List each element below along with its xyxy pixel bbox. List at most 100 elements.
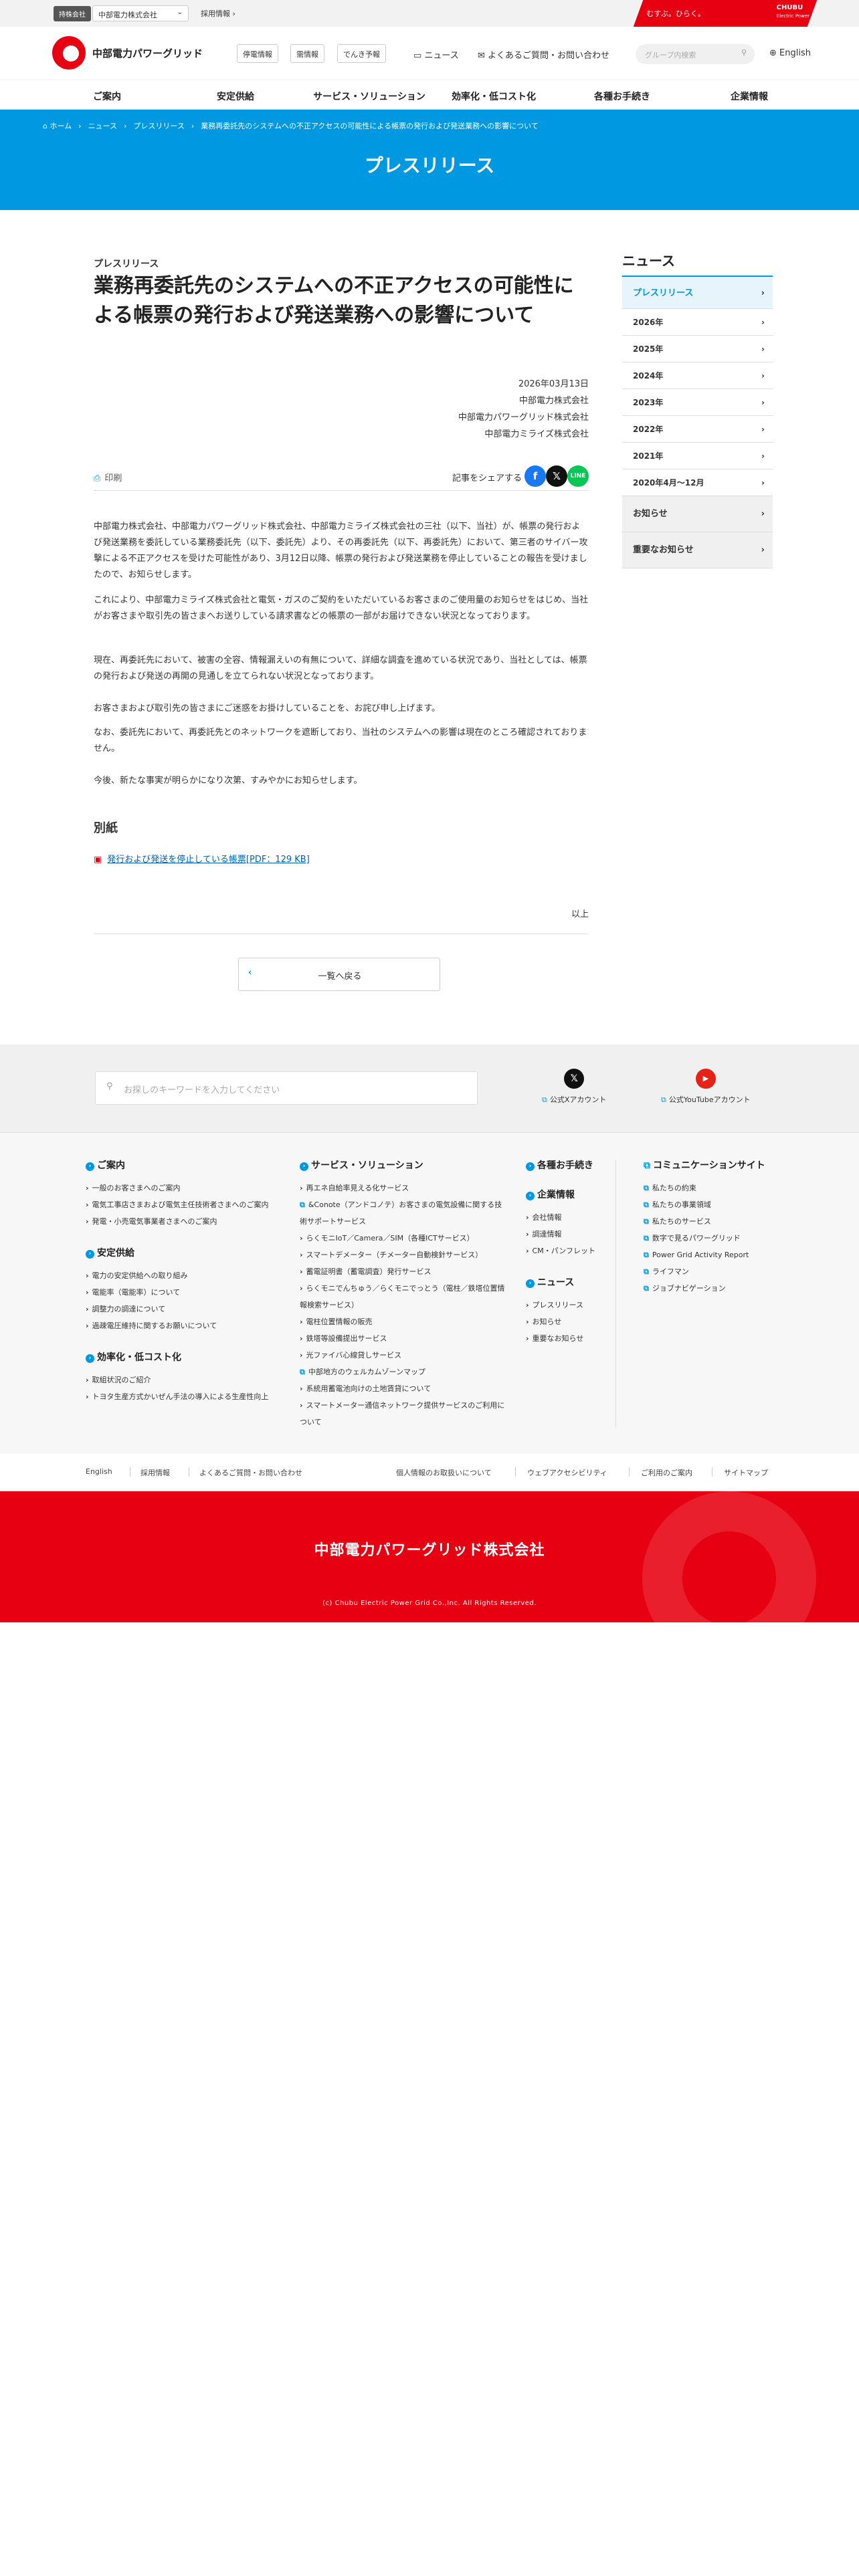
circle-arrow-icon: › <box>300 1162 308 1171</box>
footer-link[interactable]: ライフマン <box>644 1263 791 1280</box>
breadcrumb-news[interactable]: ニュース <box>88 122 117 130</box>
recruit-link[interactable]: 採用情報 › <box>201 8 235 19</box>
footer-link[interactable]: 発電・小売電気事業者さまへのご案内 <box>86 1213 286 1230</box>
footer-link[interactable]: 私たちのサービス <box>644 1213 791 1230</box>
footer-link[interactable]: 一般のお客さまへのご案内 <box>86 1180 286 1196</box>
mail-icon: ✉ <box>478 51 488 61</box>
footer-link[interactable]: 蓄電証明書（蓄電調査）発行サービス <box>300 1263 507 1280</box>
footer-link[interactable]: 電柱位置情報の販売 <box>300 1313 507 1330</box>
footer-link[interactable]: 取組状況のご紹介 <box>86 1372 286 1388</box>
footer-heading[interactable]: ご案内 <box>97 1160 125 1171</box>
company-select[interactable]: 中部電力株式会社 ⌄ <box>92 5 189 21</box>
footer-link[interactable]: ジョブナビゲーション <box>644 1280 791 1297</box>
supply-info-button[interactable]: 需情報 <box>290 44 324 63</box>
copyright: (c) Chubu Electric Power Grid Co.,Inc. A… <box>322 1600 537 1607</box>
footer-link[interactable]: スマートデメーター（チメーター自動検針サービス） <box>300 1247 507 1263</box>
footer-terms-link[interactable]: ご利用のご案内 <box>641 1467 692 1478</box>
footer-link[interactable]: Power Grid Activity Report <box>644 1247 791 1263</box>
footer-link[interactable]: 中部地方のウェルカムゾーンマップ <box>300 1364 507 1380</box>
footer-heading[interactable]: ニュース <box>537 1277 574 1288</box>
facebook-share-icon[interactable]: f <box>524 465 546 487</box>
footer-link[interactable]: 調整力の調達について <box>86 1301 286 1317</box>
youtube-account-link[interactable]: ▶ ⧉ 公式YouTubeアカウント <box>661 1069 751 1105</box>
footer-link[interactable]: 数字で見るパワーグリッド <box>644 1230 791 1247</box>
sidebar-item-2021[interactable]: 2021年 › <box>622 443 773 469</box>
footer-link[interactable]: プレスリリース <box>526 1297 613 1313</box>
group-search-input[interactable]: グループ内検索 ⚲ <box>636 44 755 64</box>
footer-heading[interactable]: 効率化・低コスト化 <box>97 1352 181 1363</box>
chubu-electric-logo[interactable]: CHUBU Electric Power <box>777 4 809 20</box>
external-link-icon: ⧉ <box>644 1160 650 1171</box>
line-share-icon[interactable]: LINE <box>567 465 589 487</box>
article-paragraph: お客さまおよび取引先の皆さまにご迷惑をお掛けしていることを、お詫び申し上げます。 <box>94 704 441 714</box>
footer-link[interactable]: &Conote（アンドコノテ）お客さまの電気設備に関する技術サポートサービス <box>300 1196 507 1230</box>
pdf-link[interactable]: ▣ 発行および発送を停止している帳票[PDF：129 KB] <box>94 852 310 865</box>
outage-info-button[interactable]: 停電情報 <box>237 44 278 63</box>
english-link[interactable]: ⊕ English <box>769 48 811 58</box>
footer-heading[interactable]: サービス・ソリューション <box>311 1160 423 1171</box>
footer-brand: 中部電力パワーグリッド株式会社 (c) Chubu Electric Power… <box>0 1491 859 1622</box>
footer-heading[interactable]: 企業情報 <box>537 1190 575 1200</box>
footer-link[interactable]: 電気工事店さまおよび電気主任技術者さまへのご案内 <box>86 1196 286 1213</box>
footer-search-input[interactable]: ⚲ お探しのキーワードを入力してください <box>95 1071 478 1105</box>
footer-link[interactable]: 光ファイバ心線貸しサービス <box>300 1347 507 1364</box>
footer-heading[interactable]: 安定供給 <box>97 1248 134 1259</box>
news-icon: ▭ <box>413 51 425 61</box>
sidebar-item-2020[interactable]: 2020年4月～12月 › <box>622 469 773 496</box>
footer-link[interactable]: 私たちの事業領域 <box>644 1196 791 1213</box>
footer-link[interactable]: 過疎電圧維持に関するお願いについて <box>86 1317 286 1334</box>
footer-link[interactable]: お知らせ <box>526 1313 613 1330</box>
x-account-link[interactable]: 𝕏 ⧉ 公式Xアカウント <box>542 1069 606 1105</box>
sidebar-item-notices[interactable]: お知らせ › <box>622 496 773 532</box>
chevron-right-icon: › <box>761 509 765 519</box>
footer-link[interactable]: らくモニでんちゅう／らくモニでっとう（電柱／鉄塔位置情報検索サービス） <box>300 1280 507 1313</box>
footer-col-1: ›ご案内 一般のお客さまへのご案内 電気工事店さまおよび電気主任技術者さまへのご… <box>86 1158 286 1421</box>
news-link[interactable]: ▭ ニュース <box>413 48 459 61</box>
print-button[interactable]: ⎙ 印刷 <box>94 471 122 484</box>
faq-link[interactable]: ✉ よくあるご質問・お問い合わせ <box>478 48 609 61</box>
gnav-company[interactable]: 企業情報 <box>709 90 789 103</box>
footer-link[interactable]: らくモニIoT／Camera／SIM（各種ICTサービス） <box>300 1230 507 1247</box>
footer-faq-link[interactable]: よくあるご質問・お問い合わせ <box>199 1467 302 1478</box>
gnav-stable-supply[interactable]: 安定供給 <box>202 90 269 103</box>
back-to-list-button[interactable]: ‹ 一覧へ戻る <box>238 958 440 991</box>
footer-link[interactable]: 会社情報 <box>526 1209 613 1226</box>
gnav-guide[interactable]: ご案内 <box>74 90 140 103</box>
site-logo[interactable]: 中部電力パワーグリッド <box>52 36 203 70</box>
footer-sitemap-link[interactable]: サイトマップ <box>724 1467 768 1478</box>
footer-link[interactable]: CM・パンフレット <box>526 1243 613 1259</box>
x-share-icon[interactable]: 𝕏 <box>546 465 567 487</box>
sidebar-item-2025[interactable]: 2025年 › <box>622 336 773 362</box>
sidebar-item-2026[interactable]: 2026年 › <box>622 309 773 336</box>
sidebar-item-important[interactable]: 重要なお知らせ › <box>622 532 773 568</box>
footer-link[interactable]: 鉄塔等設備提出サービス <box>300 1330 507 1347</box>
article-org: 中部電力ミライズ株式会社 <box>484 429 589 439</box>
footer-recruit-link[interactable]: 採用情報 <box>140 1467 170 1478</box>
sidebar-item-press[interactable]: プレスリリース › <box>622 276 773 309</box>
footer-heading[interactable]: コミュニケーションサイト <box>653 1160 765 1171</box>
sidebar-item-2024[interactable]: 2024年 › <box>622 362 773 389</box>
footer-accessibility-link[interactable]: ウェブアクセシビリティ <box>527 1467 607 1478</box>
main-content: プレスリリース 業務再委託先のシステムへの不正アクセスの可能性による帳票の発行お… <box>0 210 859 1003</box>
footer-link[interactable]: 私たちの約束 <box>644 1180 791 1196</box>
footer-link[interactable]: 電能率（電能率）について <box>86 1284 286 1301</box>
breadcrumb-press[interactable]: プレスリリース <box>133 122 184 130</box>
gnav-services[interactable]: サービス・ソリューション <box>302 90 436 103</box>
footer-link[interactable]: 電力の安定供給への取り組み <box>86 1267 286 1284</box>
footer-link[interactable]: 調達情報 <box>526 1226 613 1243</box>
footer-link[interactable]: トヨタ生産方式かいぜん手法の導入による生産性向上 <box>86 1388 286 1405</box>
sidebar-item-2023[interactable]: 2023年 › <box>622 389 773 416</box>
footer-link[interactable]: 再エネ自給率見える化サービス <box>300 1180 507 1196</box>
footer-privacy-link[interactable]: 個人情報のお取扱いについて <box>396 1467 492 1478</box>
sidebar-item-2022[interactable]: 2022年 › <box>622 416 773 443</box>
footer-english-link[interactable]: English <box>86 1467 112 1476</box>
gnav-efficiency[interactable]: 効率化・低コスト化 <box>440 90 547 103</box>
footer-link[interactable]: 重要なお知らせ <box>526 1330 613 1347</box>
breadcrumb-home[interactable]: ホーム <box>50 122 72 130</box>
forecast-button[interactable]: でんき予報 <box>337 44 386 63</box>
footer-link[interactable]: スマートメーター通信ネットワーク提供サービスのご利用について <box>300 1397 507 1430</box>
gnav-procedures[interactable]: 各種お手続き <box>582 90 662 103</box>
footer-heading[interactable]: 各種お手続き <box>537 1160 593 1171</box>
footer-link[interactable]: 系統用蓄電池向けの土地賃貸について <box>300 1380 507 1397</box>
chevron-right-icon: › <box>761 398 765 407</box>
